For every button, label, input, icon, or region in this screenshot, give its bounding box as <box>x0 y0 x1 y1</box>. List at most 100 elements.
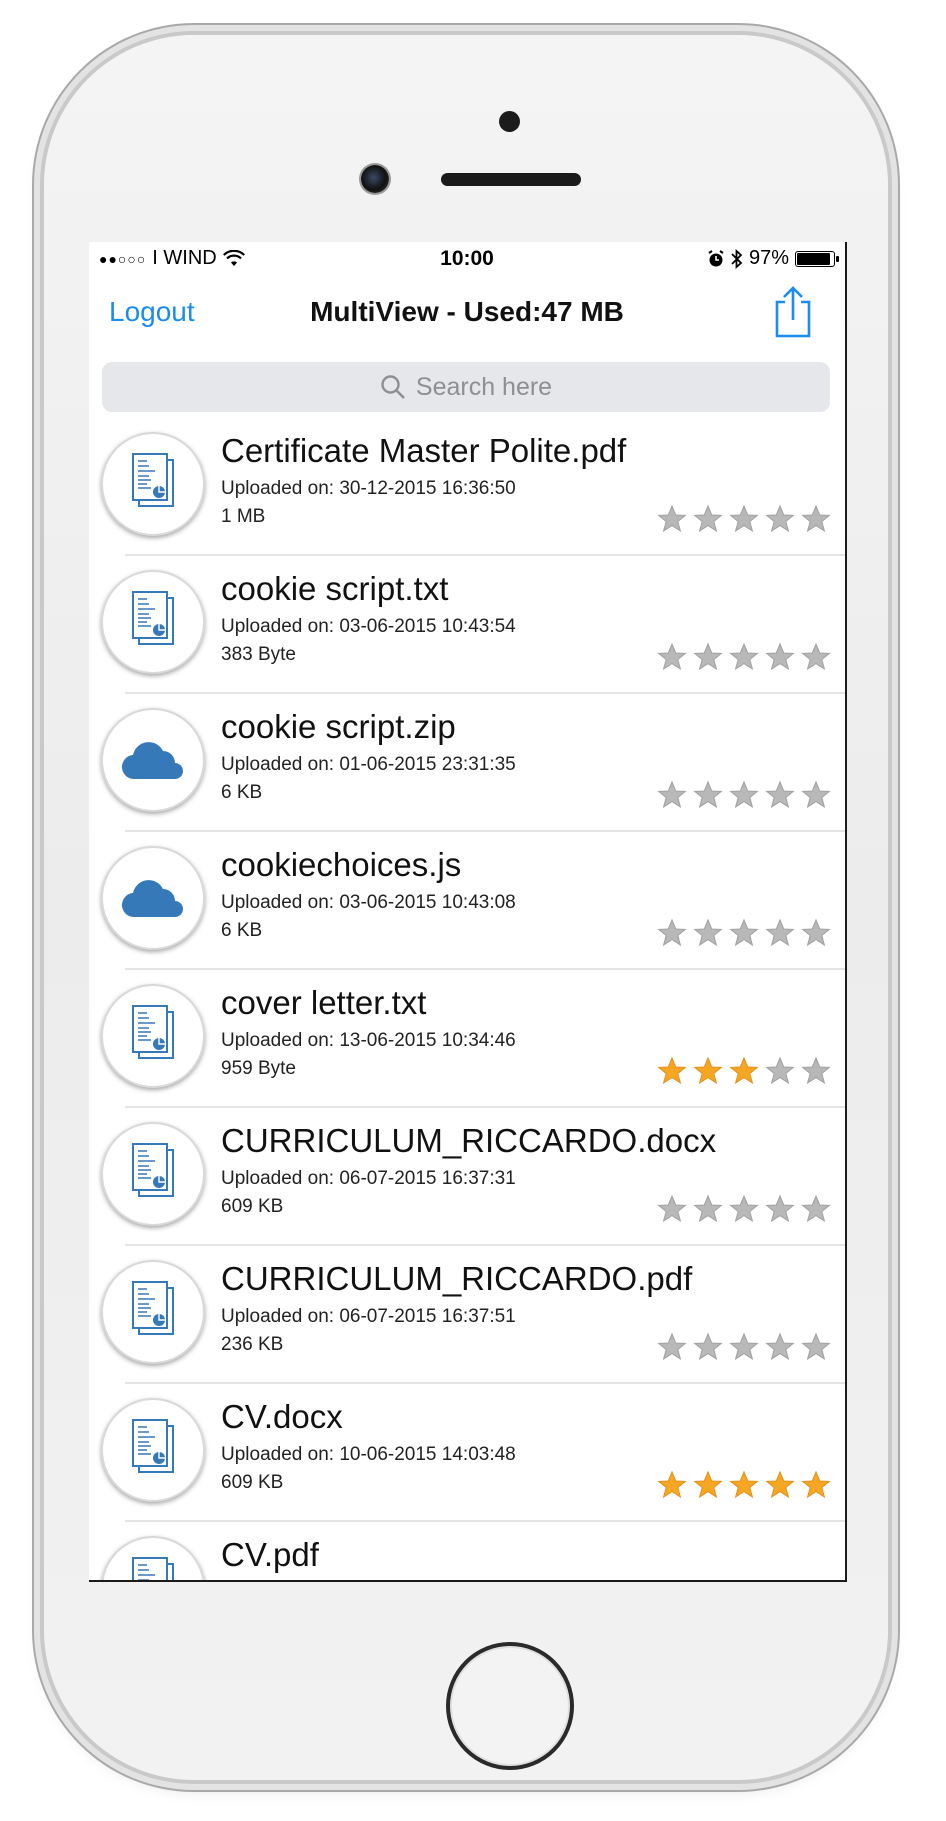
file-row[interactable]: cover letter.txt Uploaded on: 13-06-2015 … <box>101 970 845 1108</box>
star-icon[interactable] <box>729 1332 759 1367</box>
star-icon[interactable] <box>657 642 687 677</box>
star-icon[interactable] <box>801 1332 831 1367</box>
search-input[interactable]: Search here <box>416 373 552 402</box>
star-icon[interactable] <box>765 1194 795 1229</box>
file-name: CURRICULUM_RICCARDO.pdf <box>221 1260 693 1297</box>
file-row[interactable]: cookiechoices.js Uploaded on: 03-06-2015 … <box>101 832 845 970</box>
star-rating[interactable] <box>657 504 831 539</box>
star-icon[interactable] <box>729 780 759 815</box>
file-row[interactable]: CV.docx Uploaded on: 10-06-2015 14:03:48 6… <box>101 1384 845 1522</box>
star-icon[interactable] <box>657 1194 687 1229</box>
file-name: cookie script.txt <box>221 570 449 607</box>
file-size: 236 KB <box>221 1334 284 1355</box>
alarm-icon <box>708 249 724 266</box>
star-rating[interactable] <box>657 918 831 953</box>
star-icon[interactable] <box>693 1470 723 1505</box>
file-size: 1 MB <box>221 506 266 527</box>
star-rating[interactable] <box>657 1194 831 1229</box>
star-icon[interactable] <box>765 642 795 677</box>
bluetooth-icon <box>731 248 743 269</box>
file-name: CV.pdf <box>221 1536 319 1573</box>
star-icon[interactable] <box>765 1470 795 1505</box>
star-icon[interactable] <box>657 504 687 539</box>
document-icon <box>101 570 205 674</box>
file-size: 6 KB <box>221 782 263 803</box>
star-icon[interactable] <box>801 504 831 539</box>
page-title: MultiView - Used:47 MB <box>310 296 624 327</box>
star-icon[interactable] <box>729 1056 759 1091</box>
file-row[interactable]: cookie script.zip Uploaded on: 01-06-2015… <box>101 694 845 832</box>
star-icon[interactable] <box>801 642 831 677</box>
star-icon[interactable] <box>693 1056 723 1091</box>
document-icon <box>101 1122 205 1226</box>
navigation-bar: Logout MultiView - Used:47 MB <box>89 274 845 356</box>
star-icon[interactable] <box>801 1194 831 1229</box>
star-icon[interactable] <box>765 1332 795 1367</box>
file-list: Certificate Master Polite.pdf Uploaded on… <box>89 418 845 1580</box>
file-name: cookie script.zip <box>221 708 456 745</box>
star-icon[interactable] <box>801 918 831 953</box>
cloud-icon <box>101 708 205 812</box>
star-icon[interactable] <box>657 1332 687 1367</box>
star-rating[interactable] <box>657 1332 831 1367</box>
search-bar[interactable]: Search here <box>102 362 830 412</box>
star-icon[interactable] <box>693 1332 723 1367</box>
star-icon[interactable] <box>729 642 759 677</box>
upload-date: Uploaded on: 03-06-2015 10:43:08 <box>221 892 516 913</box>
star-icon[interactable] <box>765 1056 795 1091</box>
star-icon[interactable] <box>657 1056 687 1091</box>
star-icon[interactable] <box>657 1470 687 1505</box>
star-rating[interactable] <box>657 780 831 815</box>
upload-date: Uploaded on: 30-12-2015 16:36:50 <box>221 478 516 499</box>
star-rating[interactable] <box>657 1056 831 1091</box>
star-icon[interactable] <box>801 780 831 815</box>
star-icon[interactable] <box>801 1056 831 1091</box>
file-size: 959 Byte <box>221 1058 296 1079</box>
document-icon <box>101 1536 205 1580</box>
star-icon[interactable] <box>693 1194 723 1229</box>
share-icon[interactable] <box>771 284 815 340</box>
star-icon[interactable] <box>693 918 723 953</box>
star-rating[interactable] <box>657 1470 831 1505</box>
star-icon[interactable] <box>765 504 795 539</box>
star-icon[interactable] <box>693 780 723 815</box>
document-icon <box>101 1398 205 1502</box>
file-row[interactable]: CURRICULUM_RICCARDO.docx Uploaded on: 06-… <box>101 1108 845 1246</box>
star-icon[interactable] <box>729 918 759 953</box>
file-row[interactable]: CURRICULUM_RICCARDO.pdf Uploaded on: 06-0… <box>101 1246 845 1384</box>
star-icon[interactable] <box>765 918 795 953</box>
upload-date: Uploaded on: 01-06-2015 23:31:35 <box>221 754 516 775</box>
cloud-icon <box>101 846 205 950</box>
file-row[interactable]: Certificate Master Polite.pdf Uploaded on… <box>101 418 845 556</box>
document-icon <box>101 432 205 536</box>
star-icon[interactable] <box>657 780 687 815</box>
battery-percentage: 97% <box>748 247 789 269</box>
star-icon[interactable] <box>801 1470 831 1505</box>
upload-date: Uploaded on: 03-06-2015 10:43:54 <box>221 616 516 637</box>
power-button <box>889 405 896 533</box>
file-row[interactable]: CV.pdfUploaded on: 10-06-2015 14:03:48 <box>101 1522 845 1580</box>
upload-date: Uploaded on: 13-06-2015 10:34:46 <box>221 1030 516 1051</box>
star-icon[interactable] <box>693 504 723 539</box>
document-icon <box>101 984 205 1088</box>
volume-down-button <box>36 565 43 693</box>
star-icon[interactable] <box>693 642 723 677</box>
star-icon[interactable] <box>657 918 687 953</box>
file-name: CURRICULUM_RICCARDO.docx <box>221 1122 717 1159</box>
file-name: CV.docx <box>221 1398 343 1435</box>
star-icon[interactable] <box>729 1470 759 1505</box>
file-size: 609 KB <box>221 1472 284 1493</box>
star-rating[interactable] <box>657 642 831 677</box>
upload-date: Uploaded on: 10-06-2015 14:03:48 <box>221 1444 516 1465</box>
file-name: cover letter.txt <box>221 984 427 1021</box>
volume-up-button <box>36 405 43 533</box>
file-name: Certificate Master Polite.pdf <box>221 432 627 469</box>
file-size: 6 KB <box>221 920 263 941</box>
file-row[interactable]: cookie script.txt Uploaded on: 03-06-2015… <box>101 556 845 694</box>
star-icon[interactable] <box>729 1194 759 1229</box>
document-icon <box>101 1260 205 1364</box>
star-icon[interactable] <box>765 780 795 815</box>
star-icon[interactable] <box>729 504 759 539</box>
front-camera <box>361 165 389 193</box>
home-button[interactable] <box>446 1642 574 1770</box>
